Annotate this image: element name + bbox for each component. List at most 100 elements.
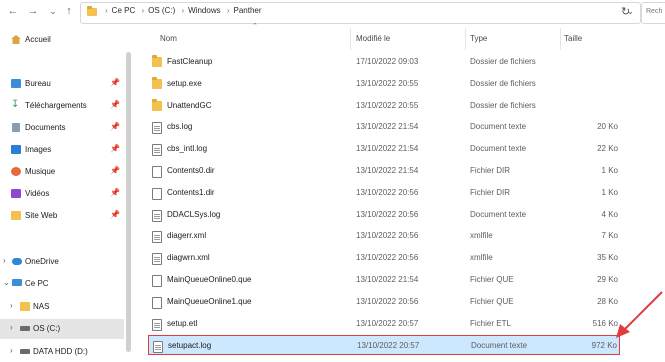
file-type: Dossier de fichiers xyxy=(470,78,536,88)
table-row[interactable]: setup.etl 13/10/2022 20:57 Fichier ETL 516 … xyxy=(140,314,620,334)
sidebar-item-label: Ce PC xyxy=(25,279,49,288)
chevron-right-icon: › xyxy=(181,6,185,15)
sidebar-item-label: Musique xyxy=(25,167,56,176)
table-row[interactable]: cbs_intl.log 13/10/2022 21:54 Document tex… xyxy=(140,139,620,159)
file-type: Document texte xyxy=(471,341,528,351)
file-icon xyxy=(152,122,162,135)
back-icon[interactable]: ← xyxy=(6,4,20,18)
file-date: 13/10/2022 20:55 xyxy=(356,100,419,110)
file-name: setupact.log xyxy=(168,341,212,351)
column-divider[interactable] xyxy=(350,28,351,50)
file-name: UnattendGC xyxy=(167,100,212,110)
file-size: 4 Ko xyxy=(601,209,618,219)
sidebar-item-images[interactable]: Images 📌 xyxy=(0,140,124,160)
pin-icon: 📌 xyxy=(110,188,120,197)
file-date: 13/10/2022 21:54 xyxy=(356,122,419,132)
sidebar-item-bureau[interactable]: Bureau 📌 xyxy=(0,74,124,94)
sidebar-item-data-hdd[interactable]: › DATA HDD (D:) xyxy=(0,342,124,362)
recent-locations-icon[interactable]: ⌄ xyxy=(46,4,60,18)
file-date: 13/10/2022 21:54 xyxy=(356,144,419,154)
sidebar-item-label: Images xyxy=(25,145,52,154)
table-row[interactable]: DDACLSys.log 13/10/2022 20:56 Document tex… xyxy=(140,205,620,225)
chevron-right-icon[interactable]: › xyxy=(10,323,13,332)
file-date: 17/10/2022 09:03 xyxy=(356,57,419,66)
chevron-right-icon: › xyxy=(141,6,145,15)
chevron-right-icon[interactable]: › xyxy=(3,256,6,265)
sidebar-item-label: Documents xyxy=(25,123,66,132)
sidebar-item-ce-pc[interactable]: ⌄ Ce PC xyxy=(0,274,124,294)
file-icon xyxy=(153,341,163,354)
table-row[interactable]: diagerr.xml 13/10/2022 20:56 xmlfile 7 Ko xyxy=(140,226,620,246)
chevron-right-icon[interactable]: › xyxy=(10,301,13,310)
file-size: 1 Ko xyxy=(601,166,618,175)
file-date: 13/10/2022 20:56 xyxy=(356,187,419,197)
sidebar-item-videos[interactable]: Vidéos 📌 xyxy=(0,184,124,204)
file-icon xyxy=(152,209,162,222)
sidebar-item-site-web[interactable]: Site Web 📌 xyxy=(0,206,124,226)
file-date: 13/10/2022 20:55 xyxy=(356,78,419,88)
sidebar-item-documents[interactable]: Documents 📌 xyxy=(0,118,124,138)
file-icon xyxy=(152,231,162,244)
sidebar-item-label: Accueil xyxy=(25,35,51,44)
chevron-down-icon[interactable]: ⌄ xyxy=(3,278,10,287)
file-icon xyxy=(152,253,162,266)
address-bar[interactable]: › Ce PC › OS (C:) › Windows › Panther ⌄ xyxy=(80,2,641,24)
refresh-icon[interactable]: ↻ xyxy=(621,5,630,18)
file-icon xyxy=(152,166,162,178)
breadcrumb-item[interactable]: Windows xyxy=(188,6,220,15)
pin-icon: 📌 xyxy=(110,100,120,109)
home-icon xyxy=(11,35,21,44)
column-divider[interactable] xyxy=(465,28,466,50)
search-input[interactable]: Rech xyxy=(641,2,665,24)
table-row[interactable]: cbs.log 13/10/2022 21:54 Document texte 20 … xyxy=(140,117,620,137)
annotation-arrow xyxy=(616,291,663,338)
table-row[interactable]: setup.exe 13/10/2022 20:55 Dossier de fich… xyxy=(140,74,620,94)
sidebar-item-accueil[interactable]: Accueil xyxy=(0,30,124,50)
images-icon xyxy=(11,145,21,154)
table-row[interactable]: FastCleanup 17/10/2022 09:03 Dossier de fi… xyxy=(140,52,620,72)
column-header-type[interactable]: Type xyxy=(470,34,487,43)
sidebar-item-label: OneDrive xyxy=(25,257,59,266)
table-row[interactable]: MainQueueOnline1.que 13/10/2022 20:56 Fich… xyxy=(140,292,620,312)
file-date: 13/10/2022 20:56 xyxy=(356,296,419,306)
column-divider[interactable] xyxy=(560,28,561,50)
sidebar-item-onedrive[interactable]: › OneDrive xyxy=(0,252,124,272)
column-header-size[interactable]: Taille xyxy=(564,34,582,43)
sidebar-scrollbar[interactable] xyxy=(126,52,131,352)
breadcrumb-item[interactable]: OS (C:) xyxy=(148,6,175,15)
sidebar-item-label: Vidéos xyxy=(25,189,50,198)
table-row[interactable]: UnattendGC 13/10/2022 20:55 Dossier de fic… xyxy=(140,96,620,116)
drive-icon xyxy=(20,326,30,331)
videos-icon xyxy=(11,189,21,198)
search-placeholder: Rech xyxy=(646,8,663,15)
forward-icon[interactable]: → xyxy=(26,4,40,18)
sidebar-item-nas[interactable]: › NAS xyxy=(0,297,124,317)
chevron-right-icon: › xyxy=(226,6,230,15)
sidebar-item-os-c[interactable]: › OS (C:) xyxy=(0,319,124,339)
table-row[interactable]: MainQueueOnline0.que 13/10/2022 21:54 Fich… xyxy=(140,270,620,290)
column-header-name[interactable]: Nom xyxy=(160,34,177,43)
sidebar-item-label: NAS xyxy=(33,302,50,311)
breadcrumb-item[interactable]: Panther xyxy=(234,6,262,15)
sort-ascending-icon: ⌃ xyxy=(252,23,258,30)
sidebar-item-musique[interactable]: Musique 📌 xyxy=(0,162,124,182)
column-header-modified[interactable]: Modifié le xyxy=(356,34,390,43)
table-row[interactable]: setupact.log 13/10/2022 20:57 Document tex… xyxy=(148,335,620,356)
sidebar-item-telechargements[interactable]: ↧ Téléchargements 📌 xyxy=(0,96,124,116)
chevron-right-icon[interactable]: › xyxy=(10,346,13,355)
file-type: Document texte xyxy=(470,122,527,132)
table-row[interactable]: Contents1.dir 13/10/2022 20:56 Fichier DIR… xyxy=(140,183,620,203)
up-icon[interactable]: ↑ xyxy=(62,4,76,18)
breadcrumb-item[interactable]: Ce PC xyxy=(112,6,136,15)
file-list: ⌃ Nom Modifié le Type Taille FastCleanup… xyxy=(140,23,665,361)
file-name: Contents0.dir xyxy=(167,166,215,175)
table-row[interactable]: Contents0.dir 13/10/2022 21:54 Fichier DIR… xyxy=(140,161,620,181)
file-type: Fichier ETL xyxy=(470,318,511,328)
file-date: 13/10/2022 20:57 xyxy=(357,341,420,351)
file-size: 1 Ko xyxy=(601,187,618,197)
table-row[interactable]: diagwrn.xml 13/10/2022 20:56 xmlfile 35 Ko xyxy=(140,248,620,268)
pin-icon: 📌 xyxy=(110,78,120,87)
file-icon xyxy=(152,144,162,157)
file-type: Fichier DIR xyxy=(470,187,511,197)
file-type: Dossier de fichiers xyxy=(470,57,536,66)
